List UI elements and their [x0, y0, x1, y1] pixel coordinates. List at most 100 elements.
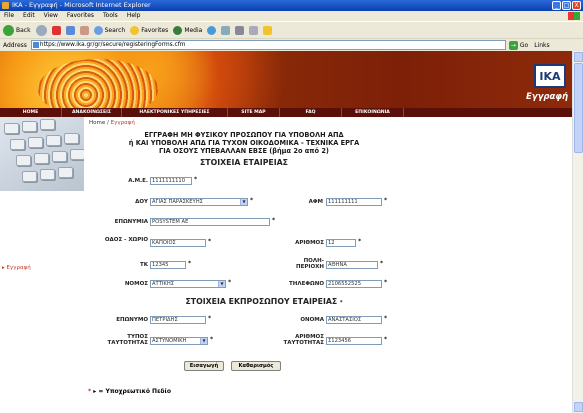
required-mark: *	[208, 238, 212, 245]
media-icon	[173, 25, 183, 35]
search-icon	[93, 25, 103, 35]
tilefono-field[interactable]: 2106552525	[326, 280, 382, 288]
breadcrumb: Home / Εγγραφή	[89, 120, 135, 126]
eponymia-label: ΕΠΩΝΥΜΙΑ	[114, 219, 148, 225]
required-legend-icon: ▸ =	[93, 388, 104, 395]
typos-select[interactable]: ΑΣΤΥΝΟΜΙΚΗ ▼	[150, 337, 208, 345]
onoma-label: ΟΝΟΜΑ	[300, 317, 324, 323]
site-banner: IKA Εγγραφή	[0, 51, 572, 108]
menu-bar: File Edit View Favorites Tools Help	[0, 11, 583, 21]
nav-announcements[interactable]: ΑΝΑΚΟΙΝΩΣΕΙΣ	[62, 108, 122, 117]
go-button[interactable]: → Go	[508, 40, 528, 50]
doy-label: ΔΟΥ	[135, 199, 148, 205]
nav-faq[interactable]: FAQ	[280, 108, 342, 117]
refresh-icon[interactable]	[65, 25, 75, 35]
messenger-icon[interactable]	[263, 25, 273, 35]
menu-edit[interactable]: Edit	[23, 11, 35, 21]
menu-file[interactable]: File	[4, 11, 14, 21]
window-title: IKA - Εγγραφή - Microsoft Internet Explo…	[12, 1, 151, 9]
submit-button[interactable]: Εισαγωγή	[184, 361, 224, 371]
section-company-title: ΣΤΟΙΧΕΙΑ ΕΤΑΙΡΕΙΑΣ	[199, 158, 289, 167]
nomos-label: ΝΟΜΟΣ	[124, 281, 148, 287]
web-page: IKA Εγγραφή HOME ΑΝΑΚΟΙΝΩΣΕΙΣ ΗΛΕΚΤΡΟΝΙΚ…	[0, 51, 572, 413]
eponymo-field[interactable]: ΠΕΤΡΙΔΗΣ	[150, 316, 206, 324]
section-rep-title: ΣΤΟΙΧΕΙΑ ΕΚΠΡΟΣΩΠΟΥ ΕΤΑΙΡΕΙΑΣ *	[185, 297, 343, 306]
ame-label: Α.Μ.Ε.	[128, 178, 148, 184]
favorites-button[interactable]: Favorites	[130, 25, 168, 35]
doy-select[interactable]: ΑΓΙΑΣ ΠΑΡΑΣΚΕΥΗΣ ▼	[150, 198, 248, 206]
forward-arrow-icon[interactable]	[35, 24, 47, 36]
window-controls: _ □ X	[552, 1, 581, 10]
search-button[interactable]: Search	[93, 25, 125, 35]
ame-field[interactable]: 1111111110	[150, 177, 192, 185]
browser-toolbar: Back Search Favorites Media	[0, 21, 583, 38]
menu-help[interactable]: Help	[127, 11, 141, 21]
history-icon[interactable]	[207, 25, 217, 35]
close-button[interactable]: X	[572, 1, 581, 10]
tk-field[interactable]: 12345	[150, 261, 186, 269]
nomos-select[interactable]: ΑΤΤΙΚΗΣ ▼	[150, 280, 226, 288]
required-mark: *	[194, 176, 198, 183]
print-icon[interactable]	[235, 25, 245, 35]
required-mark: *	[384, 315, 388, 322]
tk-label: ΤΚ	[139, 262, 148, 268]
required-mark: *	[384, 336, 388, 343]
address-input[interactable]: https://www.ika.gr/gr/secure/registering…	[30, 40, 506, 50]
nav-sitemap[interactable]: SITE MAP	[228, 108, 280, 117]
back-arrow-icon	[3, 24, 14, 36]
chevron-down-icon: ▼	[240, 199, 247, 205]
scroll-down-icon[interactable]	[574, 402, 583, 412]
page-title: Εγγραφή	[525, 92, 568, 102]
nav-e-services[interactable]: ΗΛΕΚΤΡΟΝΙΚΕΣ ΥΠΗΡΕΣΙΕΣ	[122, 108, 228, 117]
main-content: Home / Εγγραφή ΕΓΓΡΑΦΗ ΜΗ ΦΥΣΙΚΟΥ ΠΡΟΣΩΠ…	[84, 117, 572, 413]
required-mark: *	[228, 279, 232, 286]
required-mark: *	[210, 336, 214, 343]
menu-view[interactable]: View	[44, 11, 58, 21]
breadcrumb-current: Εγγραφή	[110, 120, 135, 126]
poli-field[interactable]: ΑΘΗΝΑ	[326, 261, 378, 269]
eponymia-field[interactable]: POSYSTEM AE	[150, 218, 270, 226]
maximize-button[interactable]: □	[562, 1, 571, 10]
window-title-bar: IKA - Εγγραφή - Microsoft Internet Explo…	[0, 0, 583, 11]
scroll-up-icon[interactable]	[574, 52, 583, 62]
required-mark: *	[384, 197, 388, 204]
chevron-down-icon: ▼	[218, 281, 225, 287]
odos-field[interactable]: ΚΑΠΟΙΟΣ	[150, 239, 206, 247]
scroll-thumb[interactable]	[574, 63, 583, 153]
back-button[interactable]: Back	[3, 24, 31, 36]
ie-icon	[2, 2, 9, 9]
required-mark: *	[208, 315, 212, 322]
afm-field[interactable]: 111111111	[326, 198, 382, 206]
edit-icon[interactable]	[249, 25, 259, 35]
nav-home[interactable]: HOME	[0, 108, 62, 117]
required-mark: *	[188, 260, 192, 267]
address-bar: Address https://www.ika.gr/gr/secure/reg…	[0, 38, 583, 51]
arithmos-label: ΑΡΙΘΜΟΣ	[295, 240, 324, 246]
afm-label: ΑΦΜ	[308, 199, 323, 205]
clear-button[interactable]: Καθαρισμός	[231, 361, 281, 371]
home-icon[interactable]	[79, 25, 89, 35]
media-button[interactable]: Media	[173, 25, 202, 35]
sidebar-link-register[interactable]: ▸ Εγγραφή	[2, 265, 31, 271]
onoma-field[interactable]: ΑΝΑΣΤΑΣΙΟΣ	[326, 316, 382, 324]
ar-taut-label: ΑΡΙΘΜΟΣ ΤΑΥΤΟΤΗΤΑΣ	[283, 334, 324, 346]
vertical-scrollbar[interactable]	[572, 51, 583, 413]
menu-favorites[interactable]: Favorites	[67, 11, 94, 21]
left-sidebar: ▸ Εγγραφή	[0, 117, 84, 413]
mail-icon[interactable]	[221, 25, 231, 35]
eponymo-label: ΕΠΩΝΥΜΟ	[116, 317, 148, 323]
address-label: Address	[3, 41, 27, 49]
ar-taut-field[interactable]: Σ123456	[326, 337, 382, 345]
nav-contact[interactable]: ΕΠΙΚΟΙΝΩΝΙΑ	[342, 108, 404, 117]
links-button[interactable]: Links	[534, 42, 549, 49]
breadcrumb-home[interactable]: Home	[89, 120, 105, 126]
minimize-button[interactable]: _	[552, 1, 561, 10]
windows-flag-icon	[568, 12, 580, 20]
required-mark: *	[384, 279, 388, 286]
arithmos-field[interactable]: 12	[326, 239, 356, 247]
keyboard-image	[0, 117, 84, 191]
ika-logo[interactable]: IKA	[534, 64, 566, 88]
menu-tools[interactable]: Tools	[103, 11, 118, 21]
stop-icon[interactable]	[51, 25, 61, 35]
form-heading: ΕΓΓΡΑΦΗ ΜΗ ΦΥΣΙΚΟΥ ΠΡΟΣΩΠΟΥ ΓΙΑ ΥΠΟΒΟΛΗ …	[128, 131, 360, 155]
